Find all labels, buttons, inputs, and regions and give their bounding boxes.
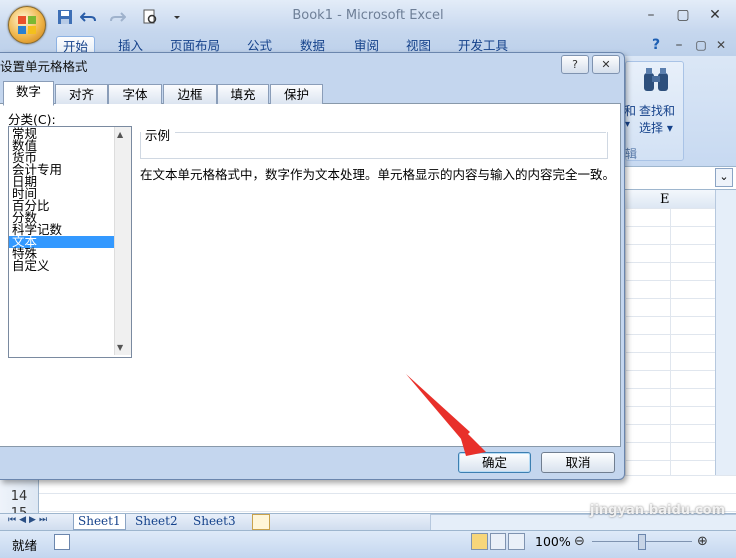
sheet-nav-icons[interactable]: ⏮◀▶⏭ xyxy=(8,515,50,525)
category-item-custom[interactable]: 自定义 xyxy=(12,259,50,272)
tab-fill[interactable]: 填充 xyxy=(217,84,269,104)
restore-button[interactable]: ▢ xyxy=(672,6,694,24)
find-select-label: 查找和 xyxy=(639,104,676,118)
office-logo-icon xyxy=(18,16,36,34)
sample-label: 示例 xyxy=(145,128,171,143)
ribbon-group-label: 辑 xyxy=(625,147,638,161)
sheet-tab-3[interactable]: Sheet3 xyxy=(189,514,240,529)
help-icon[interactable]: ? xyxy=(645,36,667,54)
office-button[interactable] xyxy=(8,6,46,44)
worksheet-grid[interactable] xyxy=(625,208,715,508)
sheet-tab-1[interactable]: Sheet1 xyxy=(73,514,126,530)
sample-box xyxy=(140,132,608,159)
zoom-out-icon[interactable]: ⊖ xyxy=(574,534,585,549)
tab-font[interactable]: 字体 xyxy=(108,84,162,104)
undo-icon[interactable] xyxy=(80,9,96,25)
scroll-down-icon[interactable]: ▼ xyxy=(117,343,123,352)
column-headers xyxy=(625,190,715,209)
page-break-view-icon[interactable] xyxy=(508,533,526,550)
macro-record-icon[interactable] xyxy=(54,534,70,550)
ribbon-partial-dropdown-icon: ▾ xyxy=(625,119,631,130)
ribbon-partial-label: 和 xyxy=(624,104,637,118)
tab-protection[interactable]: 保护 xyxy=(270,84,323,104)
tab-alignment[interactable]: 对齐 xyxy=(55,84,108,104)
page-layout-view-icon[interactable] xyxy=(489,533,507,550)
dialog-title: 设置单元格格式 xyxy=(0,59,88,74)
find-select-label-2: 选择 ▾ xyxy=(639,121,673,135)
watermark-text: jingyan.baidu.com xyxy=(590,503,726,518)
tab-border[interactable]: 边框 xyxy=(163,84,217,104)
print-preview-icon[interactable] xyxy=(142,9,158,25)
category-scrollbar[interactable] xyxy=(114,127,131,355)
workbook-restore-button[interactable]: ▢ xyxy=(690,36,712,54)
tab-number[interactable]: 数字 xyxy=(3,81,54,106)
scroll-up-icon[interactable]: ▲ xyxy=(117,130,123,139)
zoom-slider-thumb[interactable] xyxy=(638,534,646,550)
workbook-close-button[interactable]: ✕ xyxy=(710,36,732,54)
dialog-close-button[interactable]: ✕ xyxy=(592,55,620,74)
workbook-minimize-button[interactable]: – xyxy=(668,36,690,54)
cancel-button[interactable]: 取消 xyxy=(541,452,615,473)
view-buttons[interactable] xyxy=(471,533,526,550)
dialog-help-button[interactable]: ? xyxy=(561,55,589,74)
normal-view-icon[interactable] xyxy=(471,533,488,550)
redo-icon[interactable] xyxy=(110,9,126,25)
status-text: 就绪 xyxy=(12,538,38,553)
status-bar xyxy=(0,530,736,558)
insert-sheet-icon[interactable] xyxy=(252,514,270,530)
minimize-button[interactable]: – xyxy=(640,6,662,24)
zoom-level[interactable]: 100% xyxy=(535,534,571,549)
customize-qat-icon[interactable] xyxy=(172,9,182,25)
vertical-scrollbar[interactable] xyxy=(715,190,736,510)
sheet-tab-2[interactable]: Sheet2 xyxy=(131,514,182,529)
row-header-14[interactable]: 14 xyxy=(0,489,38,504)
expand-formula-bar-button[interactable]: ⌄ xyxy=(715,168,733,187)
binoculars-icon xyxy=(644,68,668,91)
zoom-in-icon[interactable]: ⊕ xyxy=(697,534,708,549)
red-arrow-annotation xyxy=(406,374,486,456)
column-header-e[interactable]: E xyxy=(660,192,670,207)
save-icon[interactable] xyxy=(57,9,73,25)
close-button[interactable]: ✕ xyxy=(704,6,726,24)
format-description: 在文本单元格格式中，数字作为文本处理。单元格显示的内容与输入的内容完全一致。 xyxy=(140,167,616,182)
